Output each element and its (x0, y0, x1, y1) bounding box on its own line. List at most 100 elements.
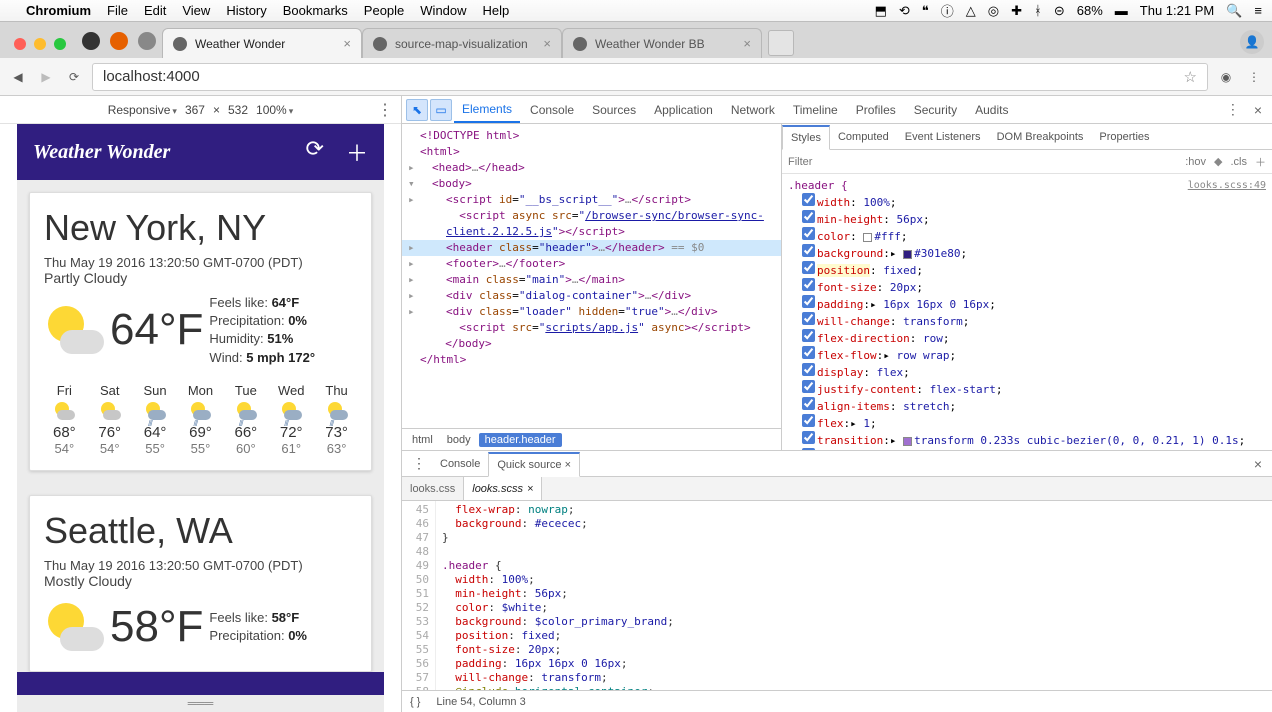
sync-icon[interactable]: ⟲ (899, 3, 910, 19)
file-tab-looks-scss[interactable]: looks.scss× (464, 477, 542, 500)
hangouts-icon[interactable]: ❝ (922, 3, 929, 19)
weather-card: New York, NY Thu May 19 2016 13:20:50 GM… (29, 192, 372, 471)
devtools-tab-elements[interactable]: Elements (454, 96, 520, 123)
new-rule-icon[interactable]: ＋ (1255, 154, 1266, 170)
devtools-tab-audits[interactable]: Audits (967, 96, 1016, 123)
computed-tab[interactable]: Computed (830, 124, 897, 149)
dom-tree[interactable]: <!DOCTYPE html> <html> ▸<head>…</head> ▾… (402, 124, 781, 428)
color-picker-icon[interactable]: ◆ (1214, 155, 1222, 168)
drawer-close-icon[interactable]: × (1248, 456, 1268, 472)
crumb-html[interactable]: html (406, 433, 439, 447)
inspect-element-icon[interactable]: ⬉ (406, 99, 428, 121)
menu-bookmarks[interactable]: Bookmarks (283, 3, 348, 18)
menu-people[interactable]: People (364, 3, 404, 18)
clock[interactable]: Thu 1:21 PM (1140, 3, 1214, 18)
bluetooth-icon[interactable]: ᚼ (1034, 3, 1042, 18)
window-zoom-icon[interactable] (54, 38, 66, 50)
devtools-tab-security[interactable]: Security (906, 96, 965, 123)
tab-close-icon[interactable]: × (343, 36, 351, 51)
tab-weather-wonder[interactable]: Weather Wonder × (162, 28, 362, 58)
tab-close-icon[interactable]: × (743, 36, 751, 51)
device-mode-select[interactable]: Responsive (108, 103, 177, 117)
app-favicon-icon[interactable] (138, 32, 156, 50)
devtools-tab-application[interactable]: Application (646, 96, 721, 123)
drive-icon[interactable]: △ (966, 3, 976, 19)
drawer-tab-console[interactable]: Console (432, 451, 488, 476)
crumb-header[interactable]: header.header (479, 433, 562, 447)
drag-handle-icon[interactable]: ═══ (17, 695, 384, 712)
menu-history[interactable]: History (226, 3, 266, 18)
devtools-close-icon[interactable]: × (1248, 102, 1268, 118)
drawer-menu-icon[interactable]: ⋮ (406, 455, 432, 472)
hov-toggle[interactable]: :hov (1185, 156, 1206, 168)
menu-icon[interactable]: ≡ (1254, 3, 1262, 18)
github-favicon-icon[interactable] (82, 32, 100, 50)
menu-window[interactable]: Window (420, 3, 466, 18)
menu-file[interactable]: File (107, 3, 128, 18)
crumb-body[interactable]: body (441, 433, 477, 447)
cls-toggle[interactable]: .cls (1231, 156, 1248, 168)
reload-button[interactable]: ⟳ (64, 67, 84, 87)
address-bar[interactable]: localhost:4000 ☆ (92, 63, 1208, 91)
mostly-cloudy-icon (44, 597, 104, 657)
braces-icon[interactable]: { } (410, 696, 420, 708)
source-link[interactable]: looks.scss:49 (1188, 178, 1266, 193)
extension-icon[interactable]: ◉ (1216, 67, 1236, 87)
close-icon[interactable]: × (527, 483, 533, 495)
dom-breakpoints-tab[interactable]: DOM Breakpoints (989, 124, 1092, 149)
file-tab-looks-css[interactable]: looks.css (402, 477, 464, 500)
weather-details: Feels like: 58°F Precipitation: 0% (209, 609, 307, 645)
window-minimize-icon[interactable] (34, 38, 46, 50)
plus-icon[interactable]: ✚ (1011, 3, 1022, 19)
city-name: New York, NY (44, 207, 357, 249)
styles-filter-input[interactable] (788, 156, 1177, 168)
dropbox-icon[interactable]: ⬒ (875, 3, 887, 19)
back-button[interactable]: ◀ (8, 67, 28, 87)
devtools-tab-console[interactable]: Console (522, 96, 582, 123)
tab-title: source-map-visualization (395, 37, 528, 51)
menu-help[interactable]: Help (483, 3, 510, 18)
device-width[interactable]: 367 (185, 103, 205, 117)
tab-close-icon[interactable]: × (543, 36, 551, 51)
firefox-favicon-icon[interactable] (110, 32, 128, 50)
wifi-icon[interactable]: ⊝ (1054, 3, 1065, 19)
weather-details: Feels like: 64°F Precipitation: 0% Humid… (209, 294, 315, 367)
menubar-app[interactable]: Chromium (26, 3, 91, 18)
device-zoom-select[interactable]: 100% (256, 103, 293, 117)
battery-pct[interactable]: 68% (1077, 3, 1103, 18)
battery-icon[interactable]: ▬ (1115, 3, 1128, 18)
file-tabbar: looks.css looks.scss× (402, 477, 1272, 501)
css-rules[interactable]: looks.scss:49 .header { width: 100%;min-… (782, 174, 1272, 450)
menu-edit[interactable]: Edit (144, 3, 166, 18)
devtools-menu-icon[interactable]: ⋮ (1220, 101, 1246, 118)
devtools-tab-profiles[interactable]: Profiles (848, 96, 904, 123)
tab-source-map[interactable]: source-map-visualization × (362, 28, 562, 58)
cursor-position: Line 54, Column 3 (436, 696, 525, 708)
event-listeners-tab[interactable]: Event Listeners (897, 124, 989, 149)
new-tab-button[interactable] (768, 30, 794, 56)
profile-avatar-icon[interactable]: 👤 (1240, 30, 1264, 54)
chrome-icon[interactable]: ◎ (988, 3, 999, 19)
window-close-icon[interactable] (14, 38, 26, 50)
device-mode-icon[interactable]: ▭ (430, 99, 452, 121)
device-menu-icon[interactable]: ⋮ (377, 100, 393, 120)
close-icon[interactable]: × (565, 459, 571, 471)
properties-tab[interactable]: Properties (1091, 124, 1157, 149)
forward-button[interactable]: ▶ (36, 67, 56, 87)
spotlight-icon[interactable]: 🔍 (1226, 3, 1242, 19)
add-icon[interactable]: ＋ (346, 136, 368, 168)
device-height[interactable]: 532 (228, 103, 248, 117)
devtools-tab-timeline[interactable]: Timeline (785, 96, 846, 123)
info-icon[interactable]: ⓘ (941, 1, 954, 20)
bookmark-star-icon[interactable]: ☆ (1184, 68, 1197, 86)
menu-view[interactable]: View (182, 3, 210, 18)
app-header: Weather Wonder ⟳ ＋ (17, 124, 384, 180)
chrome-menu-icon[interactable]: ⋮ (1244, 67, 1264, 87)
tab-weather-wonder-bb[interactable]: Weather Wonder BB × (562, 28, 762, 58)
refresh-icon[interactable]: ⟳ (306, 136, 324, 168)
devtools-tab-network[interactable]: Network (723, 96, 783, 123)
source-editor[interactable]: 45464748495051525354555657585960 flex-wr… (402, 501, 1272, 690)
devtools-tab-sources[interactable]: Sources (584, 96, 644, 123)
drawer-tab-quicksource[interactable]: Quick source × (488, 452, 580, 477)
styles-tab[interactable]: Styles (782, 125, 830, 150)
